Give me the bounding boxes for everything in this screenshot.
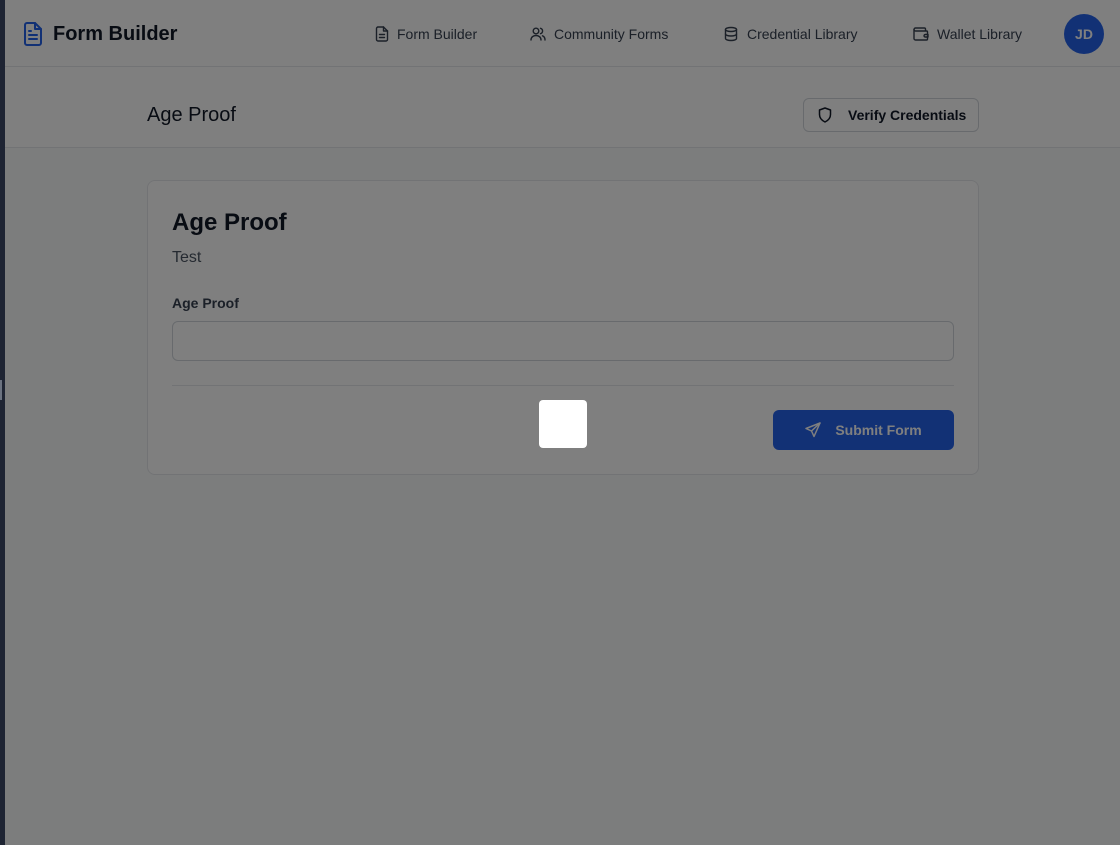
loading-indicator: [539, 400, 587, 448]
window-resize-handle[interactable]: [0, 380, 2, 400]
modal-overlay[interactable]: [5, 0, 1120, 845]
app-window: Form Builder Form Builder: [5, 0, 1120, 845]
